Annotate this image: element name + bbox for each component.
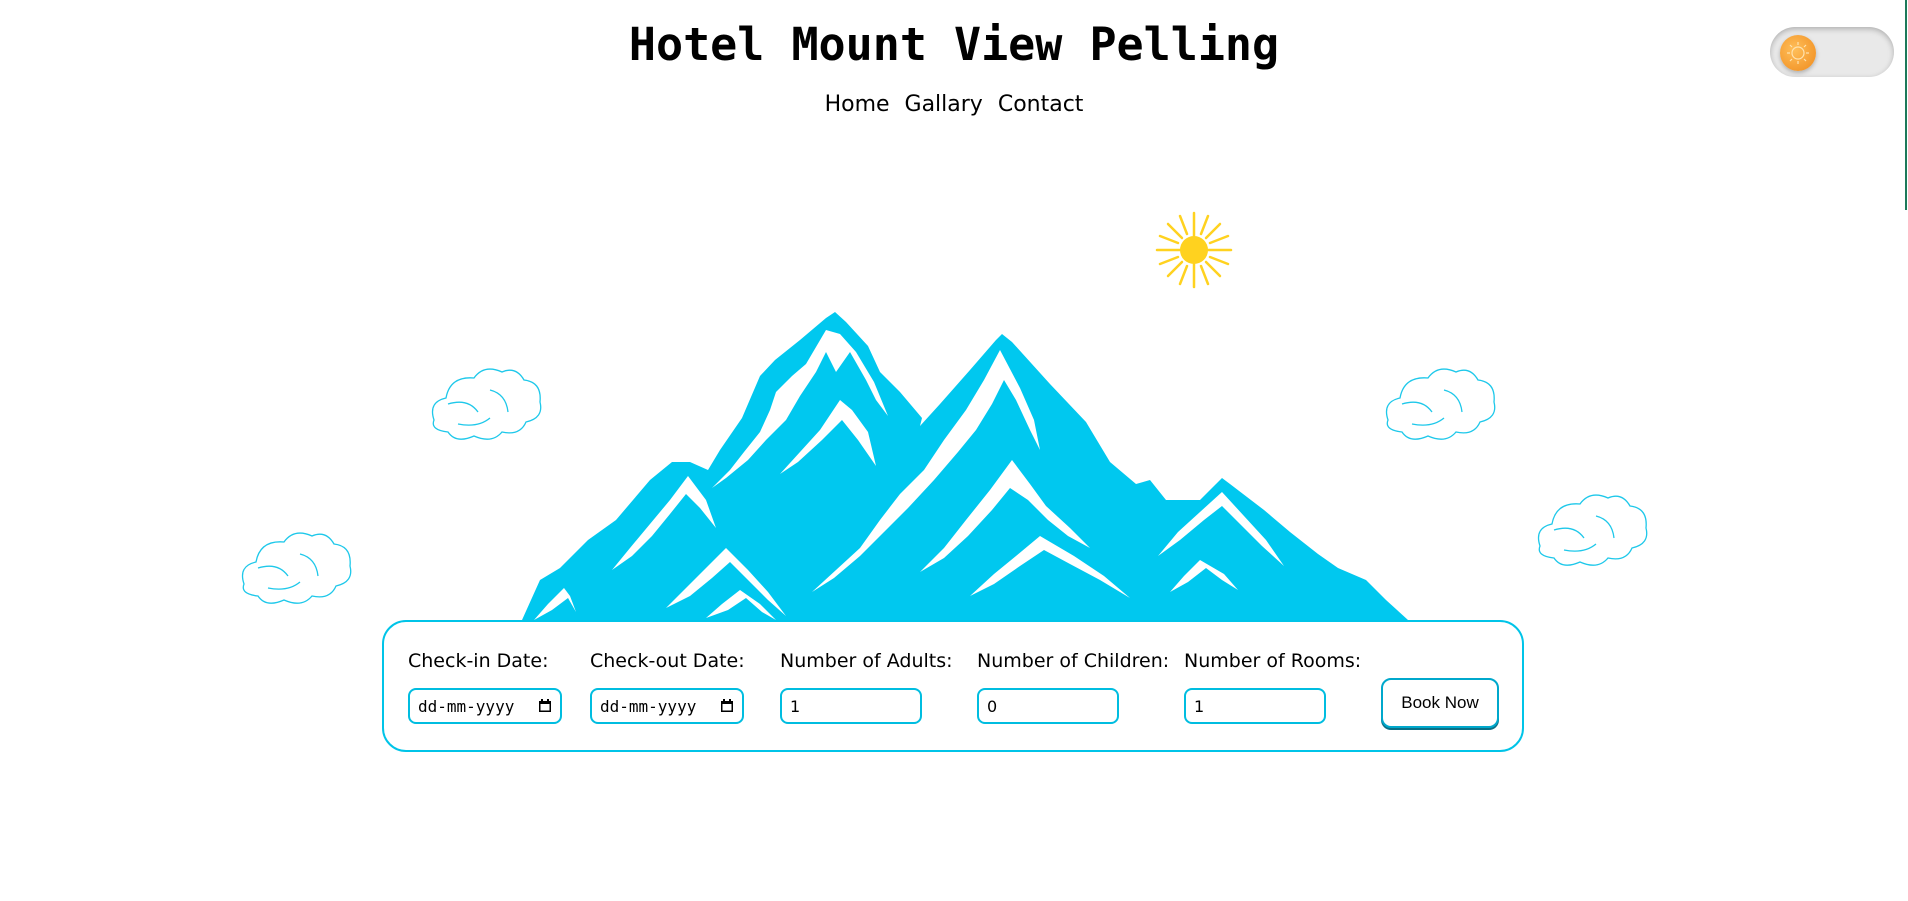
adults-label: Number of Adults:	[780, 650, 953, 672]
nav-home-link[interactable]: Home	[825, 92, 890, 117]
checkout-field: Check-out Date: dd-mm-yyyy	[590, 650, 745, 724]
adults-field: Number of Adults: 1	[780, 650, 953, 724]
sun-icon	[1780, 35, 1816, 71]
checkout-placeholder: dd-mm-yyyy	[600, 696, 697, 716]
cloud-icon	[1385, 368, 1496, 440]
checkin-placeholder: dd-mm-yyyy	[418, 696, 515, 716]
rooms-field: Number of Rooms: 1	[1184, 650, 1362, 724]
cloud-icon	[1537, 494, 1648, 566]
adults-input[interactable]: 1	[780, 688, 922, 724]
nav-contact-link[interactable]: Contact	[998, 92, 1084, 117]
calendar-icon[interactable]	[720, 699, 734, 713]
checkout-label: Check-out Date:	[590, 650, 745, 672]
children-label: Number of Children:	[977, 650, 1170, 672]
cloud-icon	[431, 368, 542, 440]
rooms-input[interactable]: 1	[1184, 688, 1326, 724]
children-field: Number of Children: 0	[977, 650, 1170, 724]
checkin-field: Check-in Date: dd-mm-yyyy	[408, 650, 562, 724]
site-title: Hotel Mount View Pelling	[628, 18, 1280, 71]
page-edge-divider	[1905, 0, 1907, 210]
rooms-label: Number of Rooms:	[1184, 650, 1362, 672]
cloud-icon	[241, 532, 352, 604]
sun-illustration-icon	[1155, 211, 1233, 289]
theme-toggle[interactable]	[1770, 27, 1894, 77]
checkin-date-input[interactable]: dd-mm-yyyy	[408, 688, 562, 724]
checkin-label: Check-in Date:	[408, 650, 549, 672]
book-now-button[interactable]: Book Now	[1381, 678, 1499, 728]
nav-gallary-link[interactable]: Gallary	[905, 92, 983, 117]
hero-illustration	[241, 211, 1648, 620]
mountain-illustration	[522, 312, 1408, 620]
children-input[interactable]: 0	[977, 688, 1119, 724]
main-nav: Home Gallary Contact	[0, 92, 1908, 117]
booking-form: Check-in Date: dd-mm-yyyy Check-out Date…	[382, 620, 1524, 752]
calendar-icon[interactable]	[538, 699, 552, 713]
checkout-date-input[interactable]: dd-mm-yyyy	[590, 688, 744, 724]
